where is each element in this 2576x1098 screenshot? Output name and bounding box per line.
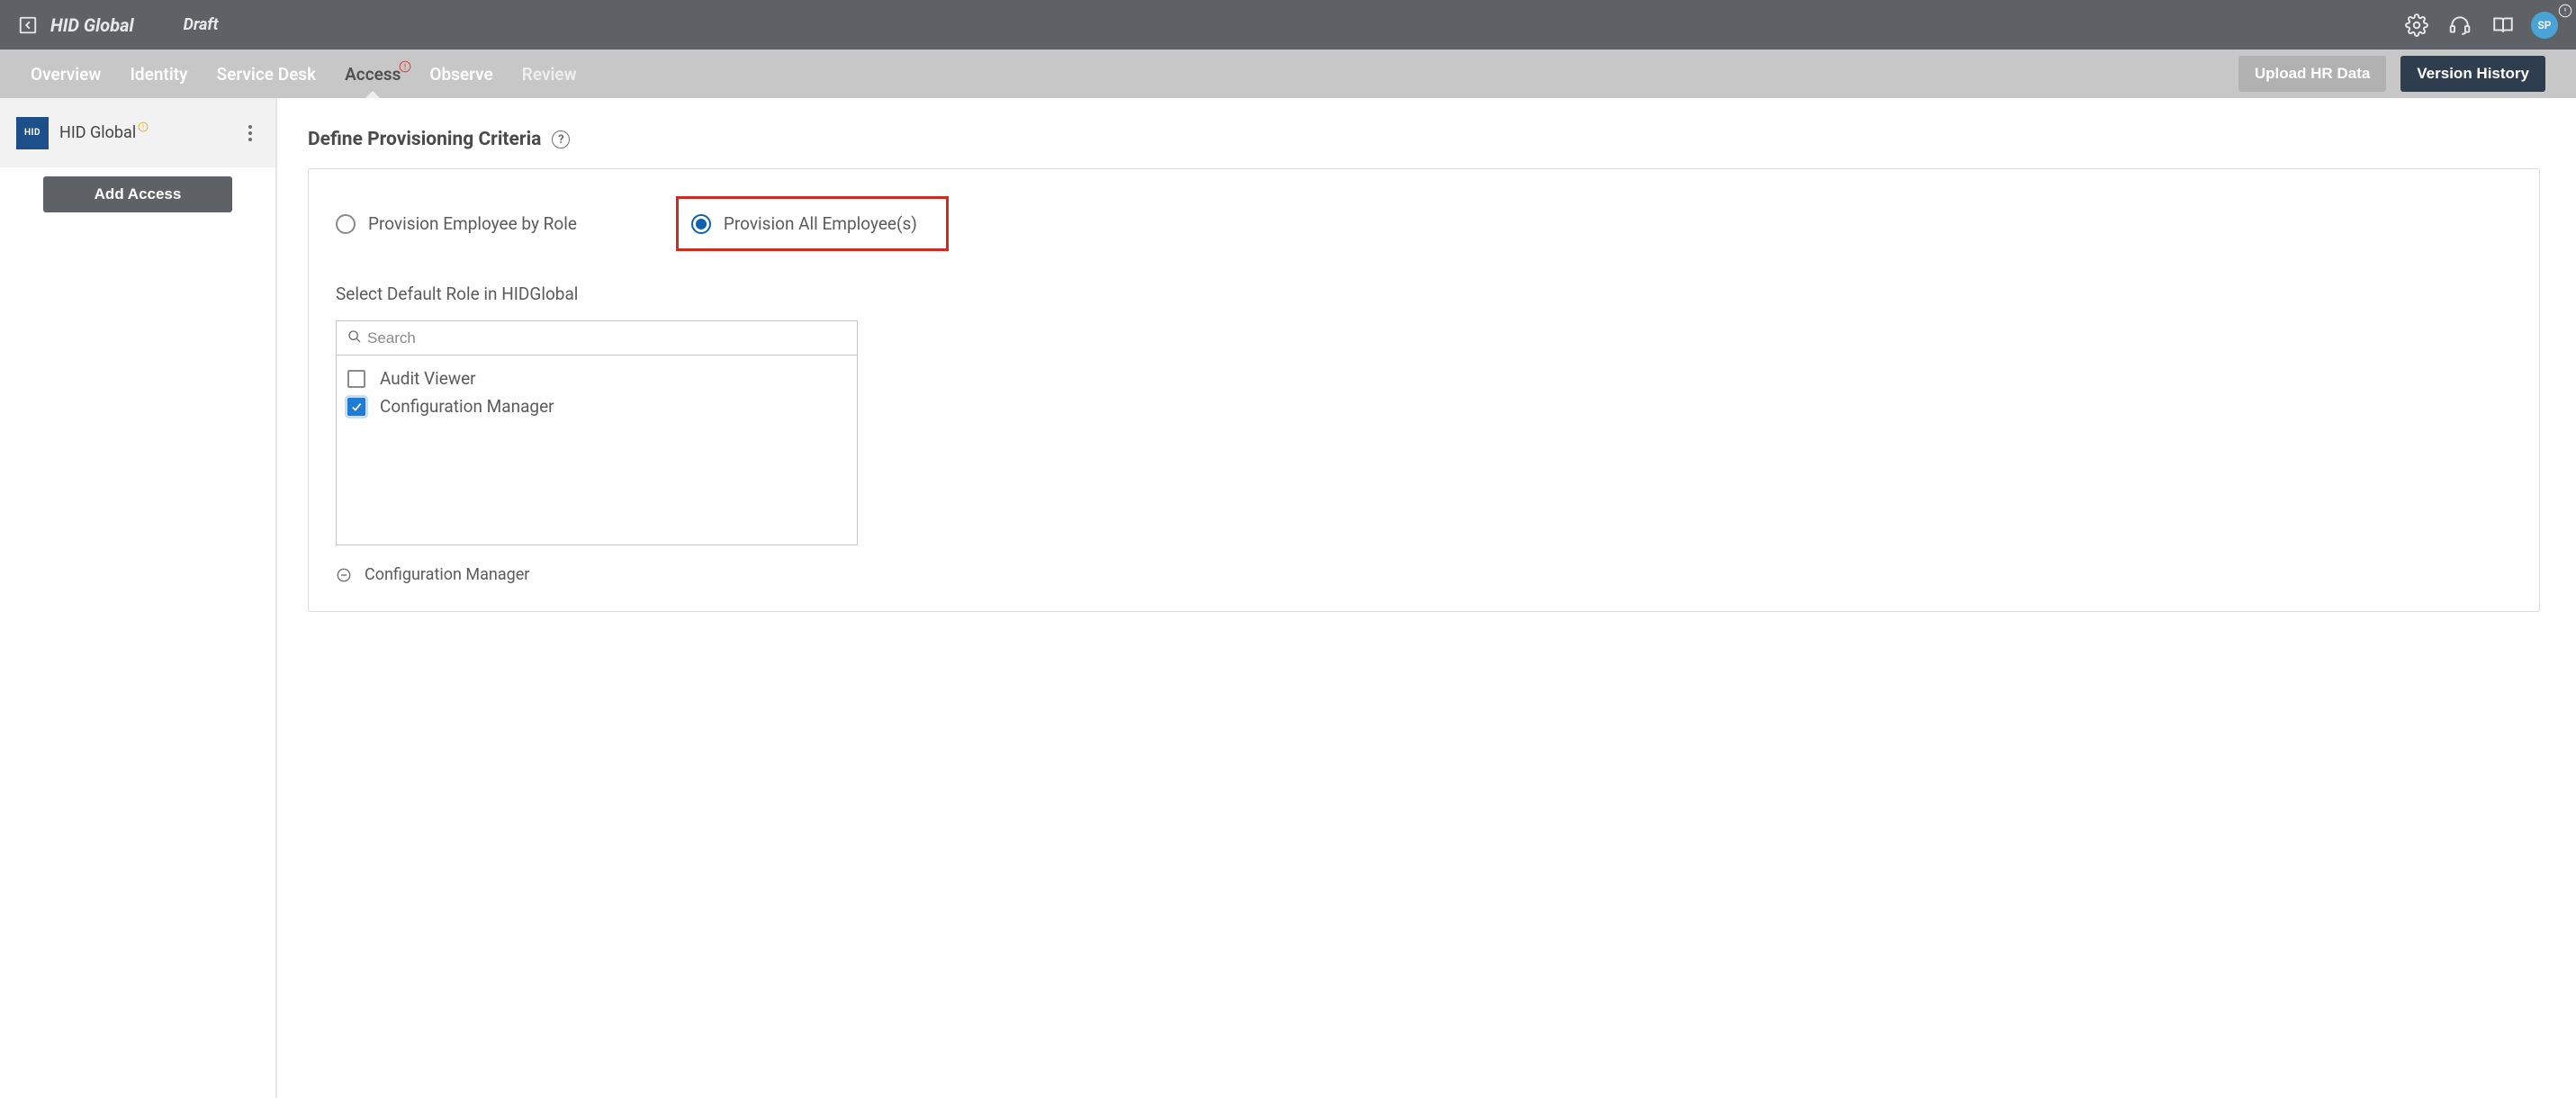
exit-icon[interactable] [18, 15, 38, 35]
app-logo: HID [16, 117, 49, 149]
headset-icon[interactable] [2448, 14, 2472, 37]
tab-access[interactable]: Access [345, 50, 401, 98]
tab-bar: Overview Identity Service Desk Access Ob… [0, 50, 2576, 98]
radio-icon [691, 214, 711, 234]
radio-icon [336, 214, 356, 234]
top-header: HID Global Draft SP [0, 0, 2576, 50]
radio-label: Provision Employee by Role [368, 213, 577, 234]
alert-icon[interactable] [2558, 4, 2572, 18]
help-icon[interactable]: ? [552, 130, 570, 148]
avatar[interactable]: SP [2531, 12, 2558, 39]
tab-overview[interactable]: Overview [31, 50, 101, 98]
version-history-button[interactable]: Version History [2400, 56, 2545, 92]
add-access-button[interactable]: Add Access [43, 176, 232, 212]
radio-label: Provision All Employee(s) [724, 213, 917, 234]
more-icon[interactable] [241, 124, 259, 142]
tab-review[interactable]: Review [522, 50, 577, 98]
radio-provision-all[interactable]: Provision All Employee(s) [691, 213, 917, 234]
checkbox-icon [347, 370, 365, 388]
tab-observe[interactable]: Observe [429, 50, 492, 98]
criteria-panel: Provision Employee by Role Provision All… [308, 168, 2540, 612]
body: HID HID Global Add Access Define Provisi… [0, 98, 2576, 1098]
main-content: Define Provisioning Criteria ? Provision… [277, 98, 2576, 1098]
alert-icon [399, 57, 411, 69]
default-role-label: Select Default Role in HIDGlobal [336, 284, 2512, 304]
sidebar-app-row[interactable]: HID HID Global [0, 98, 275, 167]
selected-role-chip: Configuration Manager [336, 565, 2512, 584]
section-title: Define Provisioning Criteria ? [308, 129, 2540, 150]
tab-identity[interactable]: Identity [130, 50, 187, 98]
draft-label: Draft [184, 15, 219, 34]
role-item-label: Configuration Manager [380, 396, 554, 417]
highlight-box: Provision All Employee(s) [676, 196, 949, 251]
radio-provision-by-role[interactable]: Provision Employee by Role [336, 213, 577, 234]
role-item-label: Audit Viewer [380, 368, 476, 389]
book-icon[interactable] [2491, 14, 2515, 37]
role-list: Audit Viewer Configuration Manager [337, 356, 857, 544]
chip-label: Configuration Manager [365, 565, 529, 584]
role-select-box: Audit Viewer Configuration Manager [336, 320, 858, 545]
gear-icon[interactable] [2405, 14, 2428, 37]
role-search-input[interactable] [367, 329, 846, 347]
provision-radio-group: Provision Employee by Role Provision All… [336, 196, 2512, 251]
tab-service-desk[interactable]: Service Desk [217, 50, 317, 98]
app-title: HID Global [50, 14, 134, 36]
checkbox-icon [347, 398, 365, 416]
role-item-configuration-manager[interactable]: Configuration Manager [347, 392, 846, 420]
remove-icon[interactable] [336, 567, 352, 583]
role-item-audit-viewer[interactable]: Audit Viewer [347, 364, 846, 392]
warning-icon [138, 118, 149, 129]
search-icon [347, 329, 362, 347]
sidebar: HID HID Global Add Access [0, 98, 277, 1098]
sidebar-app-name: HID Global [59, 123, 136, 142]
upload-hr-data-button[interactable]: Upload HR Data [2238, 56, 2386, 92]
role-search-row [337, 321, 857, 356]
